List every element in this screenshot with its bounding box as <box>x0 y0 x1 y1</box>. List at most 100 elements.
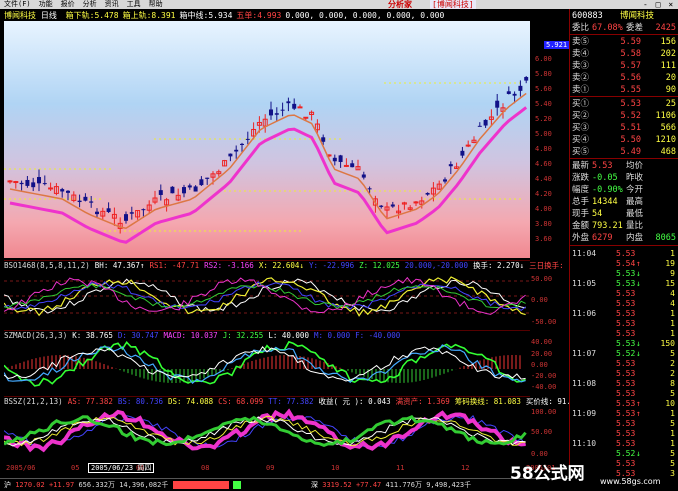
indicator-values: 箱下轨:5.478 箱上轨:8.391 箱中线:5.934 五单:4.993 0.000… <box>62 11 445 20</box>
sell-row[interactable]: 卖③ 5.57 111 <box>572 60 677 72</box>
sub-chart-header-item: Y: -22.996 <box>308 261 355 270</box>
indicator-line <box>3 340 526 387</box>
candle-body <box>477 125 482 127</box>
menu-item[interactable]: 文件(F) <box>4 0 31 8</box>
sell-volume: 202 <box>660 49 676 59</box>
candle-body <box>512 93 517 96</box>
sub-chart-bso[interactable]: BSO1468(8,5,8,11,2) BH: 47.367↑ RS1: -47.7… <box>3 260 636 330</box>
candle-body <box>367 188 372 190</box>
stat-row: 幅度 -0.90% 今开 <box>572 184 677 196</box>
sub-chart-header-item: BSSZ(21,2,13) <box>4 397 63 406</box>
divider <box>570 96 678 97</box>
candle-body <box>338 155 343 162</box>
stock-name: 博闻科技 <box>4 11 36 20</box>
watermark-logo: 58公式网 <box>510 464 585 484</box>
sell-label: 卖⑤ <box>572 37 590 47</box>
sub-chart-svg <box>3 340 526 387</box>
price-axis-label: 4.00 <box>535 205 552 213</box>
menu-item[interactable]: 工具 <box>127 0 141 8</box>
candle-body <box>66 190 70 193</box>
sub-chart-header-item: BH: 47.367↑ <box>94 261 145 270</box>
sell-volume: 20 <box>665 73 676 83</box>
price-axis-label: 5.60 <box>535 85 552 93</box>
sub-chart-header-item: RS1: -47.71 <box>149 261 200 270</box>
candle-body <box>379 205 384 207</box>
stat-row: 现手 54 最低 <box>572 208 677 220</box>
sub-chart-svg <box>3 408 527 453</box>
candle-body <box>42 183 47 185</box>
sub1-axis-label: 0.00 <box>531 296 548 304</box>
sell-row[interactable]: 卖② 5.56 20 <box>572 72 677 84</box>
buy-row[interactable]: 买① 5.53 25 <box>572 98 677 110</box>
sell-row[interactable]: 卖④ 5.58 202 <box>572 48 677 60</box>
indicator-label: 五单: <box>236 11 258 20</box>
minimize-button[interactable]: - <box>643 0 648 9</box>
candle-body <box>124 214 128 221</box>
sell-label: 卖② <box>572 73 590 83</box>
buy-row[interactable]: 买③ 5.51 566 <box>572 122 677 134</box>
candle-body <box>7 180 13 183</box>
candle-body <box>483 119 488 126</box>
candle-body <box>228 153 233 157</box>
indicator-value: 箱下轨:5.478 <box>66 11 119 20</box>
date-label: 08 <box>201 464 210 472</box>
candle-body <box>274 113 279 115</box>
buy-volume: 1210 <box>655 135 676 145</box>
candle-body <box>297 106 303 109</box>
sub-chart-szmacd[interactable]: SZMACD(26,3,3) K: 38.765 D: 30.747 MACD: 10… <box>3 330 530 396</box>
menu-item[interactable]: 报价 <box>61 0 75 8</box>
stat-value: -0.05 <box>592 173 618 183</box>
sell-row[interactable]: 卖⑤ 5.59 156 <box>572 36 677 48</box>
buy-row[interactable]: 买④ 5.50 1210 <box>572 134 677 146</box>
stock-name-box[interactable]: [博闻科技] <box>430 0 476 9</box>
menu-item[interactable]: 资讯 <box>105 0 119 8</box>
candle-body <box>332 157 337 162</box>
sub-chart-bssz[interactable]: BSSZ(21,2,13) AS: 77.382 BS: 80.736 DS: 74.… <box>3 396 617 464</box>
indicator-number: 5.934 <box>208 11 233 20</box>
candle-body <box>182 187 186 194</box>
sub-chart-header: BSO1468(8,5,8,11,2) BH: 47.367↑ RS1: -47.7… <box>4 261 641 270</box>
candle-body <box>413 201 419 204</box>
candle-body <box>19 182 24 185</box>
indicator-label: 箱中线: <box>179 11 209 20</box>
period-label[interactable]: 日线 <box>41 11 57 20</box>
close-button[interactable]: × <box>668 0 673 9</box>
buy-label: 买③ <box>572 123 590 133</box>
sell-row[interactable]: 卖① 5.55 90 <box>572 84 677 96</box>
sub-chart-header-item: M: 0.000 <box>313 331 351 340</box>
candle-body <box>425 192 430 195</box>
indicator-value: 五单:4.993 <box>236 11 281 20</box>
price-axis-label: 3.80 <box>535 220 552 228</box>
main-price-chart[interactable] <box>4 21 530 258</box>
sub-chart-header-item: SZMACD(26,3,3) <box>4 331 68 340</box>
stat-label: 内盘 <box>626 233 644 243</box>
sub-chart-header-item: 筹码换线: 81.083 <box>454 397 521 406</box>
ma-line-orange <box>9 92 527 230</box>
sub2-axis-label: 40.00 <box>531 338 553 346</box>
sh-index-change: +11.97 <box>48 481 75 489</box>
stat-label: 最新 <box>572 161 590 171</box>
menu-item[interactable]: 功能 <box>39 0 53 8</box>
sub-chart-header-item: Z: 12.025 <box>359 261 400 270</box>
indicator-info-line: 博闻科技 日线 箱下轨:5.478 箱上轨:8.391 箱中线:5.934 五单:4.… <box>4 11 570 21</box>
divider <box>570 34 678 35</box>
candle-body <box>199 179 204 186</box>
buy-row[interactable]: 买⑤ 5.49 468 <box>572 146 677 158</box>
candle-body <box>48 187 54 190</box>
sub-chart-header-item: MACD: 10.037 <box>163 331 218 340</box>
sz-index-amount: 9,498,423千 <box>426 481 472 489</box>
sub3-axis-label: 50.00 <box>531 428 553 436</box>
maximize-button[interactable]: □ <box>656 0 661 9</box>
sell-price: 5.56 <box>620 73 641 83</box>
candle-body <box>129 212 134 214</box>
price-axis-label: 4.80 <box>535 145 552 153</box>
candle-body <box>292 103 297 109</box>
sell-label: 卖④ <box>572 49 590 59</box>
indicator-value: 箱中线:5.934 <box>180 11 233 20</box>
buy-row[interactable]: 买② 5.52 1106 <box>572 110 677 122</box>
sub2-axis-label: 20.00 <box>531 350 553 358</box>
menu-item[interactable]: 帮助 <box>149 0 163 8</box>
menu-item[interactable]: 分析 <box>83 0 97 8</box>
stat-label: 今开 <box>626 185 644 195</box>
wei-bi-row: 委比 67.08% 委差 2425 <box>572 22 677 34</box>
